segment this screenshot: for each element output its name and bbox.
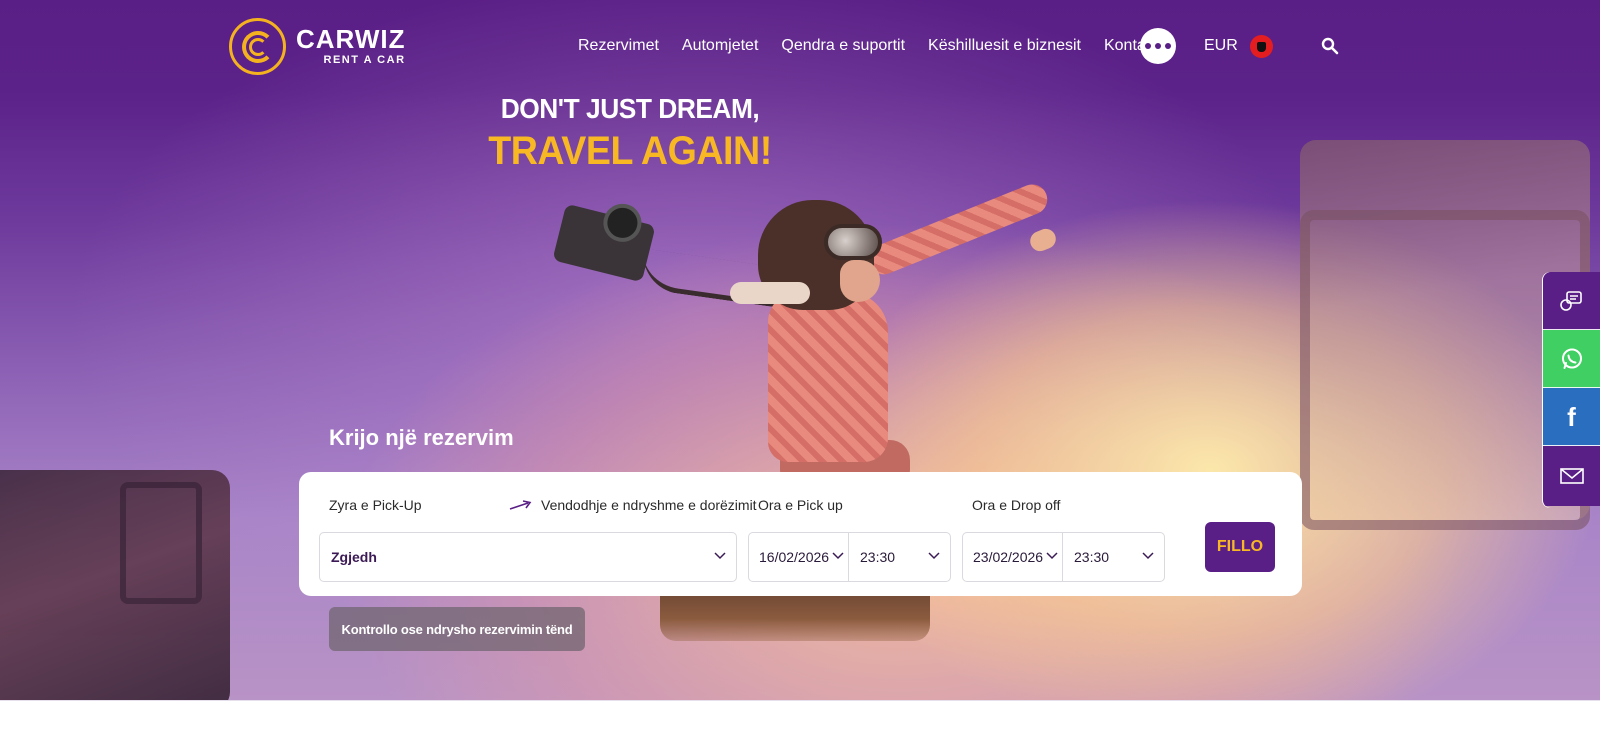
brand-name: CARWIZ	[296, 24, 406, 54]
facebook-button[interactable]: f	[1543, 388, 1600, 446]
top-navigation: CARWIZ RENT A CAR Rezervimet Automjetet …	[0, 0, 1600, 90]
email-button[interactable]	[1543, 446, 1600, 506]
dropoff-time-label: Ora e Drop off	[972, 497, 1061, 513]
chevron-down-icon	[1046, 552, 1058, 560]
more-menu-button[interactable]	[1140, 28, 1176, 64]
nav-item-automjetet[interactable]: Automjetet	[682, 36, 758, 56]
social-rail: f	[1543, 272, 1600, 508]
support-booking-icon	[1559, 290, 1582, 311]
different-dropoff-toggle[interactable]: Vendodhje e ndryshme e dorëzimit	[509, 496, 757, 514]
different-dropoff-label: Vendodhje e ndryshme e dorëzimit	[541, 497, 757, 513]
pickup-date-value: 16/02/2026	[759, 549, 830, 565]
pickup-office-label: Zyra e Pick-Up	[329, 497, 422, 513]
dropoff-time-select[interactable]: 23:30	[1062, 532, 1165, 582]
dropoff-time-value: 23:30	[1074, 549, 1110, 565]
brand-logo[interactable]: CARWIZ RENT A CAR	[229, 17, 406, 75]
whatsapp-button[interactable]	[1543, 330, 1600, 388]
support-booking-button[interactable]	[1543, 272, 1600, 330]
nav-item-keshilluesit-e-biznesit[interactable]: Këshilluesit e biznesit	[928, 36, 1081, 56]
pickup-time-value: 23:30	[860, 549, 896, 565]
booking-form: Zyra e Pick-Up Vendodhje e ndryshme e do…	[299, 472, 1302, 596]
more-dots-icon	[1145, 43, 1151, 49]
main-menu: Rezervimet Automjetet Qendra e suportit …	[578, 36, 1195, 56]
pickup-date-select[interactable]: 16/02/2026	[748, 532, 849, 582]
hero-kid-illustration	[540, 179, 1080, 490]
search-submit-button[interactable]: FILLO	[1205, 522, 1275, 572]
whatsapp-icon	[1561, 348, 1582, 369]
manage-booking-button[interactable]: Kontrollo ose ndrysho rezervimin tënd	[329, 607, 585, 651]
hero-headline: DON'T JUST DREAM, TRAVEL AGAIN!	[0, 92, 1260, 174]
suitcase-left-image	[0, 470, 230, 700]
booking-title: Krijo një rezervim	[329, 425, 514, 450]
arrow-trend-icon	[509, 500, 532, 510]
pickup-time-label: Ora e Pick up	[758, 497, 843, 513]
chevron-down-icon	[1142, 552, 1154, 560]
search-icon[interactable]	[1321, 37, 1339, 55]
hero-headline-line2: TRAVEL AGAIN!	[488, 129, 772, 173]
nav-item-qendra-e-suportit[interactable]: Qendra e suportit	[781, 36, 905, 56]
chevron-down-icon	[832, 552, 844, 560]
pickup-location-value: Zgjedh	[331, 549, 377, 565]
chevron-down-icon	[714, 552, 726, 560]
divider	[0, 700, 1600, 701]
dropoff-date-select[interactable]: 23/02/2026	[962, 532, 1063, 582]
facebook-icon: f	[1567, 401, 1576, 432]
carwiz-logo-icon	[229, 17, 286, 75]
chevron-down-icon	[928, 552, 940, 560]
pickup-location-select[interactable]: Zgjedh	[319, 532, 737, 582]
albania-flag-icon[interactable]	[1250, 35, 1273, 58]
mail-icon	[1559, 468, 1584, 484]
brand-tagline: RENT A CAR	[323, 54, 406, 66]
nav-item-rezervimet[interactable]: Rezervimet	[578, 36, 659, 56]
currency-selector[interactable]: EUR	[1204, 36, 1238, 56]
dropoff-date-value: 23/02/2026	[973, 549, 1044, 565]
hero-headline-line1: DON'T JUST DREAM,	[500, 93, 760, 124]
pickup-time-select[interactable]: 23:30	[848, 532, 951, 582]
